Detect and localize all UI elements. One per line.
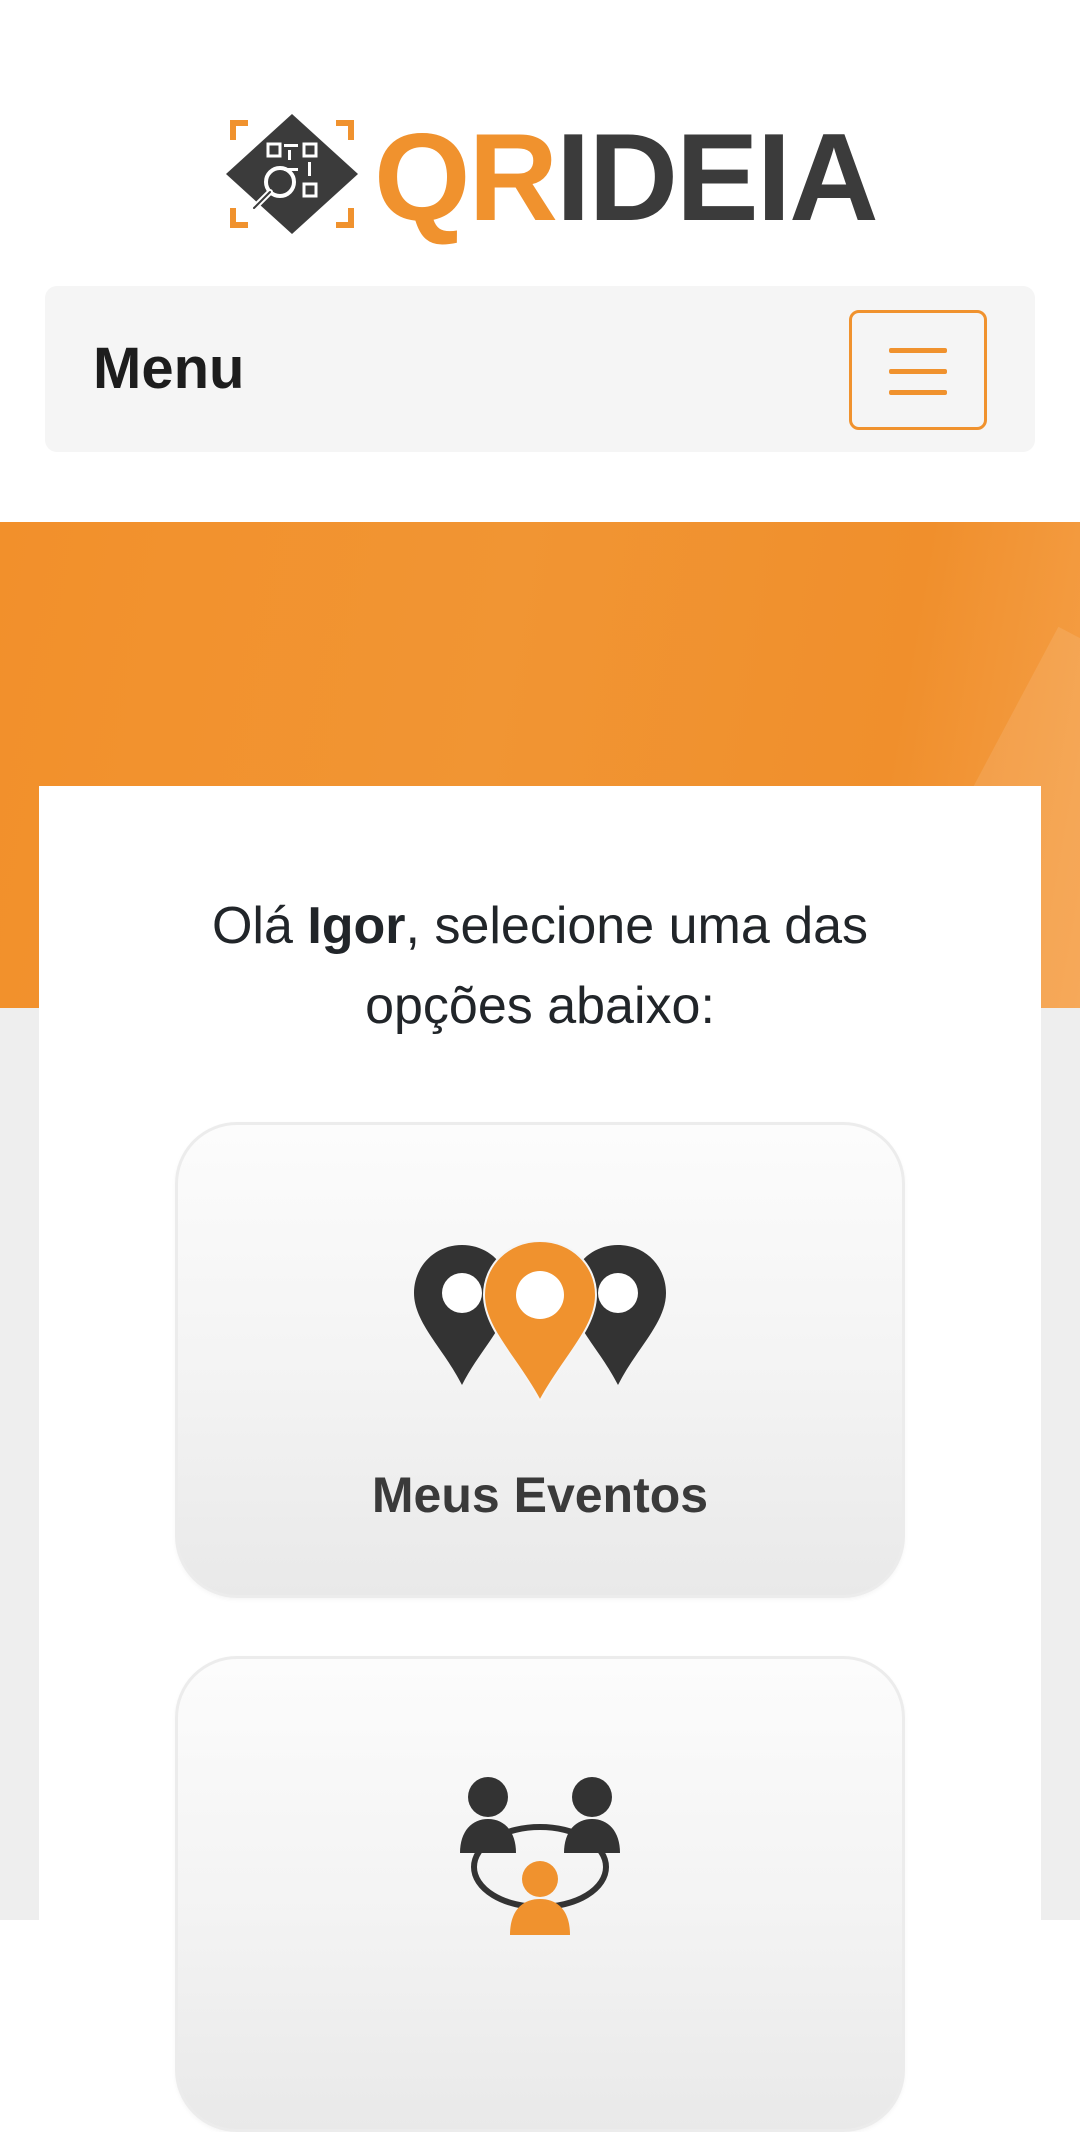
navbar: Menu xyxy=(45,286,1035,452)
menu-label[interactable]: Menu xyxy=(93,336,244,402)
my-events-label: Meus Eventos xyxy=(371,1467,709,1523)
logo-text-qr: QR xyxy=(374,109,558,247)
logo[interactable]: QRIDEIA xyxy=(222,110,879,240)
logo-wordmark: QRIDEIA xyxy=(374,116,879,240)
my-events-option[interactable]: Meus Eventos xyxy=(175,1122,905,1598)
people-network-icon xyxy=(460,1777,620,1935)
greeting-suffix: , selecione uma das opções abaixo: xyxy=(365,897,869,1035)
qr-search-logo-icon xyxy=(226,114,358,234)
header: QRIDEIA xyxy=(0,0,1080,286)
logo-text-ideia: IDEIA xyxy=(556,109,879,247)
people-option[interactable] xyxy=(175,1656,905,2132)
options-panel: Olá Igor, selecione uma das opções abaix… xyxy=(39,786,1041,2132)
greeting-text: Olá Igor, selecione uma das opções abaix… xyxy=(39,886,1041,1046)
user-name: Igor xyxy=(307,897,406,955)
greeting-prefix: Olá xyxy=(211,897,308,955)
map-pins-icon xyxy=(414,1241,666,1401)
menu-toggle-button[interactable] xyxy=(849,310,987,430)
